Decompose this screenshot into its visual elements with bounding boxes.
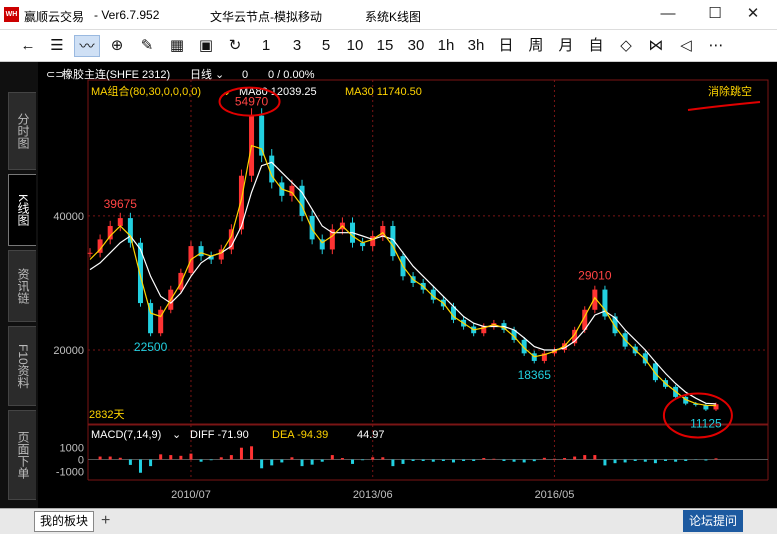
candle-body — [612, 316, 618, 334]
forum-button[interactable]: 论坛提问 — [683, 510, 744, 532]
candle-body — [309, 215, 315, 240]
refresh-icon[interactable]: ↻ — [222, 35, 248, 57]
extreme-label: 18365 — [518, 368, 552, 382]
back-icon[interactable]: ← — [15, 35, 41, 57]
minimize-button[interactable]: — — [653, 3, 683, 25]
extreme-label: 22500 — [134, 340, 168, 354]
zoom-icon[interactable]: ◇ — [613, 35, 639, 57]
extreme-label: 29010 — [578, 269, 612, 283]
close-button[interactable]: ✕ — [738, 3, 768, 25]
x-tick-label: 2010/07 — [171, 489, 211, 501]
macd-y-tick-label: 1000 — [60, 443, 84, 455]
candle-body — [178, 272, 184, 290]
period-dropdown-icon[interactable]: ⌄ — [215, 69, 224, 81]
contract-name[interactable]: 橡胶主连(SHFE 2312) — [62, 67, 170, 81]
period-button-week[interactable]: 周 — [523, 35, 549, 57]
highlight-circle-low — [662, 392, 733, 439]
macd-y-tick-label: 0 — [78, 455, 84, 467]
period-button-3h[interactable]: 3h — [463, 35, 489, 57]
line-chart-icon[interactable]: 〰 — [74, 35, 100, 57]
period-button-30[interactable]: 30 — [403, 35, 429, 57]
window-subtitle: 系统K线图 — [365, 10, 422, 24]
period-button-3[interactable]: 3 — [284, 35, 310, 57]
left-nav: 分时图 K线图 资讯链 F10资料 页面下单 — [0, 62, 38, 508]
macd-y-tick-label: -1000 — [56, 466, 84, 478]
clear-gaps-underline — [687, 101, 761, 111]
list-icon[interactable]: ☰ — [44, 35, 70, 57]
period-button-10[interactable]: 10 — [342, 35, 368, 57]
period-button-custom[interactable]: 自 — [583, 35, 609, 57]
macd-diff: DIFF -71.90 — [190, 429, 249, 441]
tab-news[interactable]: 资讯链 — [8, 250, 36, 322]
extreme-label: 39675 — [104, 197, 138, 211]
period-label[interactable]: 日线 — [190, 67, 212, 81]
clear-gaps-button[interactable]: 消除跳空 — [708, 84, 752, 98]
app-name: 赢顺云交易 — [24, 10, 85, 24]
extreme-label: 11125 — [690, 416, 722, 430]
price-change: 0 — [242, 69, 248, 81]
macd-dropdown-icon[interactable]: ⌄ — [172, 429, 181, 441]
candlestick-icon[interactable]: ⊕ — [104, 35, 130, 57]
period-button-5[interactable]: 5 — [313, 35, 339, 57]
macd-label[interactable]: MACD(7,14,9) — [91, 429, 161, 441]
previous-icon[interactable]: ◁ — [673, 35, 699, 57]
title-bar: WH 赢顺云交易 - Ver6.7.952 文华云节点-模拟移动 系统K线图 —… — [0, 0, 777, 30]
ma80-line — [89, 161, 717, 405]
period-button-15[interactable]: 15 — [372, 35, 398, 57]
crosshair-icon[interactable]: ⋈ — [643, 35, 669, 57]
tab-timeshare[interactable]: 分时图 — [8, 92, 36, 170]
ma-combo-label[interactable]: MA组合(80,30,0,0,0,0) — [91, 84, 201, 98]
add-tab-button[interactable]: + — [101, 511, 110, 531]
macd-dea: DEA -94.39 — [272, 429, 328, 441]
macd-value: 44.97 — [357, 429, 385, 441]
window-title: 文华云节点-模拟移动 — [210, 10, 322, 24]
x-tick-label: 2016/05 — [535, 489, 575, 501]
app-logo: WH — [4, 7, 19, 22]
report-icon[interactable]: ▦ — [164, 35, 190, 57]
candle-body — [137, 242, 143, 304]
days-count: 2832天 — [89, 409, 124, 421]
tab-my-blocks[interactable]: 我的板块 — [34, 511, 95, 532]
ma30-value: MA30 11740.50 — [345, 86, 422, 98]
candle-body — [87, 252, 93, 254]
more-icon[interactable]: ⋯ — [703, 35, 729, 57]
toolbar: ← ☰ 〰 ⊕ ✎ ▦ ▣ ↻ 1 3 5 10 15 30 1h 3h 日 周… — [0, 30, 777, 62]
tab-f10[interactable]: F10资料 — [8, 326, 36, 406]
tab-order[interactable]: 页面下单 — [8, 410, 36, 500]
period-button-1h[interactable]: 1h — [433, 35, 459, 57]
tab-kline[interactable]: K线图 — [8, 174, 36, 246]
maximize-button[interactable]: ☐ — [700, 3, 730, 25]
period-button-1[interactable]: 1 — [253, 35, 279, 57]
kline-chart[interactable]: ⊂⊃ 橡胶主连(SHFE 2312) 日线 ⌄ 0 0 / 0.00% MA组合… — [38, 62, 777, 508]
extreme-label: 54970 — [235, 95, 269, 109]
period-button-day[interactable]: 日 — [493, 35, 519, 57]
app-version: - Ver6.7.952 — [94, 8, 160, 22]
chart-area[interactable]: ⊂⊃ 橡胶主连(SHFE 2312) 日线 ⌄ 0 0 / 0.00% MA组合… — [38, 62, 777, 508]
bottom-bar: 我的板块 + 论坛提问 — [0, 508, 777, 534]
y-tick-label: 20000 — [53, 345, 84, 357]
draw-icon[interactable]: ✎ — [134, 35, 160, 57]
save-icon[interactable]: ▣ — [193, 35, 219, 57]
period-button-month[interactable]: 月 — [553, 35, 579, 57]
y-tick-label: 40000 — [53, 211, 84, 223]
candle-body — [117, 218, 123, 226]
x-tick-label: 2013/06 — [353, 489, 393, 501]
price-change-pct: 0 / 0.00% — [268, 69, 315, 81]
